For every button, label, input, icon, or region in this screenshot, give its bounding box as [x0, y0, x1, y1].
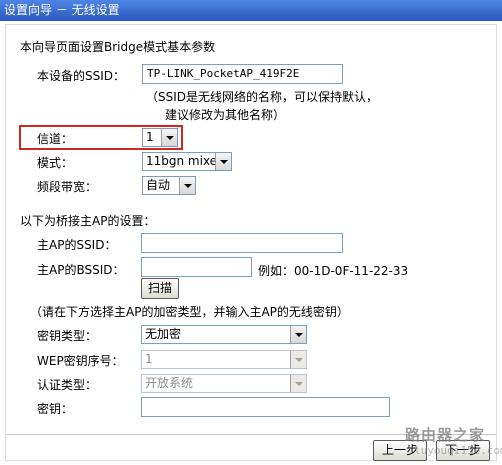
key-label: 密钥：	[37, 402, 74, 416]
auth-type-select[interactable]: 开放系统	[141, 374, 307, 393]
ap-ssid-label: 主AP的SSID：	[37, 238, 117, 252]
watermark-text: 路由器之家	[405, 426, 486, 444]
chevron-down-icon	[290, 375, 306, 392]
bandwidth-label: 频段带宽：	[37, 180, 98, 194]
wep-index-label: WEP密钥序号：	[37, 354, 124, 368]
key-type-label: 密钥类型：	[37, 329, 98, 343]
key-type-select[interactable]: 无加密	[141, 325, 307, 344]
chevron-down-icon	[215, 153, 231, 170]
chevron-down-icon	[290, 351, 306, 368]
channel-label: 信道：	[37, 132, 74, 146]
key-type-value: 无加密	[145, 327, 182, 341]
ap-ssid-input[interactable]	[141, 233, 343, 253]
auth-type-value: 开放系统	[145, 376, 194, 390]
security-note: （请在下方选择主AP的加密类型，并输入主AP的无线密钥）	[30, 305, 349, 319]
ssid-label: 本设备的SSID：	[37, 69, 126, 83]
ap-bssid-input[interactable]	[141, 257, 252, 277]
ssid-note-line1: （SSID是无线网络的名称，可以保持默认，	[146, 90, 379, 104]
channel-value: 1	[146, 130, 154, 144]
chevron-down-icon	[290, 326, 306, 343]
wep-index-select[interactable]: 1	[141, 350, 307, 369]
chevron-down-icon	[179, 177, 195, 194]
mode-label: 模式：	[37, 156, 74, 170]
ap-bssid-label: 主AP的BSSID：	[37, 263, 125, 277]
watermark-url: luyouqi15e.com	[414, 444, 502, 457]
intro-text: 本向导页面设置Bridge模式基本参数	[20, 40, 216, 54]
key-input[interactable]	[141, 397, 390, 417]
scan-button[interactable]: 扫描	[141, 278, 179, 299]
wep-index-value: 1	[145, 352, 153, 366]
bandwidth-select[interactable]: 自动	[142, 176, 196, 195]
bandwidth-value: 自动	[146, 178, 171, 192]
bssid-example-text: 例如：00-1D-0F-11-22-33	[258, 264, 409, 278]
ssid-input[interactable]: TP-LINK_PocketAP_419F2E	[142, 64, 343, 84]
ssid-note-line2: 建议修改为其他名称）	[165, 108, 286, 122]
auth-type-label: 认证类型：	[37, 378, 98, 392]
mode-value: 11bgn mixed	[146, 154, 225, 168]
bridge-heading: 以下为桥接主AP的设置：	[20, 214, 156, 228]
window-title: 设置向导 － 无线设置	[0, 0, 502, 21]
channel-select[interactable]: 1	[142, 128, 178, 147]
chevron-down-icon	[161, 129, 177, 146]
mode-select[interactable]: 11bgn mixed	[142, 152, 232, 171]
